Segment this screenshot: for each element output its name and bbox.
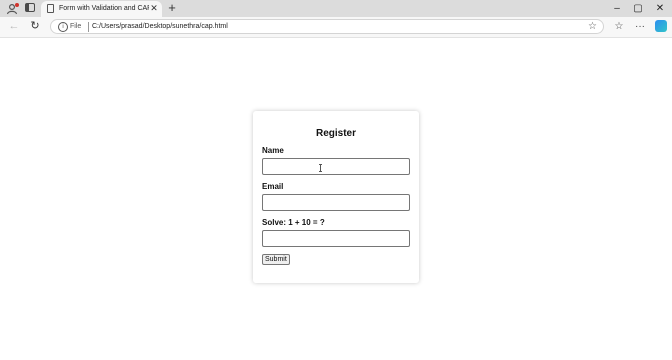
close-tab-icon[interactable]: ✕ (149, 3, 159, 14)
tab-actions-icon[interactable] (25, 3, 35, 12)
captcha-label: Solve: 1 + 10 = ? (262, 218, 325, 227)
favorite-star-icon[interactable]: ☆ (588, 20, 597, 33)
info-icon[interactable]: i (58, 22, 68, 32)
email-input[interactable] (262, 194, 410, 211)
more-menu-icon[interactable]: ··· (633, 19, 647, 34)
copilot-icon[interactable] (655, 20, 667, 32)
email-label: Email (262, 182, 284, 191)
maximize-button[interactable]: ▢ (628, 0, 648, 17)
minimize-button[interactable]: – (607, 0, 627, 17)
form-title: Register (315, 128, 356, 139)
reload-button[interactable]: ↻ (28, 19, 42, 34)
register-form: Register Name Email Solve: 1 + 10 = ? Su… (253, 111, 419, 283)
name-label: Name (262, 146, 284, 155)
new-tab-button[interactable]: + (166, 1, 178, 15)
profile-icon[interactable] (5, 2, 19, 15)
browser-tab[interactable]: Form with Validation and CAPTCHA ✕ (41, 1, 162, 17)
address-bar[interactable]: i File C:/Users/prasad/Desktop/sunethra/… (50, 19, 604, 34)
file-label: File (70, 23, 82, 30)
text-cursor-icon (319, 164, 322, 172)
address-separator (88, 22, 89, 32)
tab-title: Form with Validation and CAPTCHA (59, 5, 149, 12)
name-input[interactable] (262, 158, 410, 175)
url-text[interactable]: C:/Users/prasad/Desktop/sunethra/cap.htm… (92, 22, 228, 32)
captcha-input[interactable] (262, 230, 410, 247)
collections-icon[interactable]: ☆ (612, 19, 626, 34)
page-content: Register Name Email Solve: 1 + 10 = ? Su… (0, 38, 672, 360)
browser-toolbar: ← ↻ i File C:/Users/prasad/Desktop/sunet… (0, 17, 672, 38)
submit-button[interactable]: Submit (262, 254, 290, 265)
tab-strip: Form with Validation and CAPTCHA ✕ + – ▢… (0, 0, 672, 17)
back-button[interactable]: ← (7, 19, 21, 34)
notification-dot (15, 3, 19, 7)
close-window-button[interactable]: ✕ (650, 0, 670, 17)
page-icon (47, 4, 54, 13)
